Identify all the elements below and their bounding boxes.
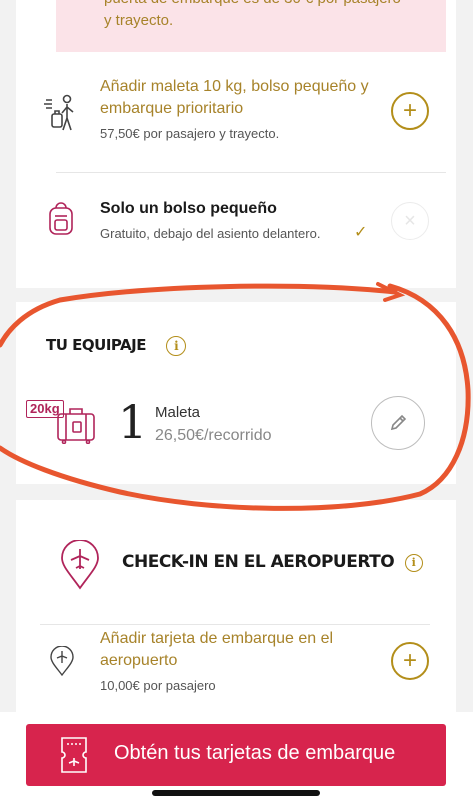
annotation-scribble [0,282,471,511]
home-indicator [152,790,320,796]
